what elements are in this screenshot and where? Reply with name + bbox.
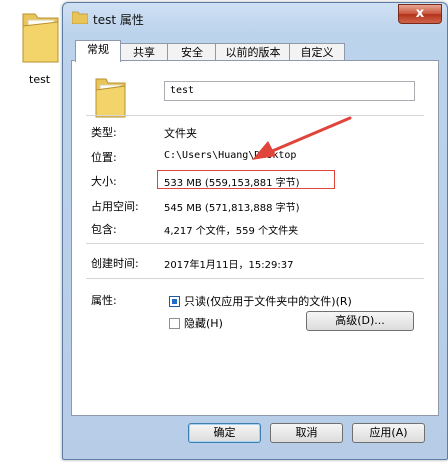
desktop-folder-label[interactable]: test	[29, 73, 50, 86]
tab-customize[interactable]: 自定义	[289, 43, 345, 61]
close-button[interactable]: x	[398, 4, 442, 24]
readonly-label[interactable]: 只读(仅应用于文件夹中的文件)(R)	[184, 293, 352, 309]
window-title: test 属性	[93, 13, 144, 27]
title-bar[interactable]: test 属性 x	[63, 3, 447, 31]
location-label: 位置:	[91, 151, 117, 164]
properties-dialog: test 属性 x 常规 共享 安全 以前的版本 自定义 test 类型: 文件…	[62, 2, 448, 460]
attributes-label: 属性:	[91, 294, 117, 307]
disk-size-label: 占用空间:	[91, 200, 139, 213]
divider	[86, 115, 424, 116]
readonly-checkbox[interactable]	[169, 296, 180, 307]
tab-security[interactable]: 安全	[167, 43, 217, 61]
size-highlight-box	[157, 170, 335, 189]
size-label: 大小:	[91, 175, 117, 188]
divider	[86, 243, 424, 244]
folder-icon	[72, 11, 88, 24]
created-value: 2017年1月11日，15:29:37	[164, 260, 294, 271]
advanced-button[interactable]: 高级(D)...	[306, 311, 414, 331]
type-value: 文件夹	[164, 127, 197, 140]
folder-name-input[interactable]: test	[164, 81, 415, 101]
contains-value: 4,217 个文件，559 个文件夹	[164, 226, 299, 237]
tab-general[interactable]: 常规	[75, 40, 121, 62]
tab-sharing[interactable]: 共享	[119, 43, 169, 61]
hidden-checkbox[interactable]	[169, 318, 180, 329]
apply-button[interactable]: 应用(A)	[352, 423, 425, 443]
folder-icon[interactable]	[20, 8, 62, 64]
divider	[86, 278, 424, 279]
general-panel: test 类型: 文件夹 位置: C:\Users\Huang\Desktop …	[71, 60, 439, 416]
location-value: C:\Users\Huang\Desktop	[164, 150, 297, 161]
cancel-button[interactable]: 取消	[270, 423, 343, 443]
contains-label: 包含:	[91, 223, 117, 236]
disk-size-value: 545 MB (571,813,888 字节)	[164, 203, 300, 214]
hidden-label[interactable]: 隐藏(H)	[184, 315, 223, 331]
ok-button[interactable]: 确定	[188, 423, 261, 443]
tab-previous-versions[interactable]: 以前的版本	[215, 43, 291, 61]
close-icon: x	[415, 6, 425, 21]
type-label: 类型:	[91, 126, 117, 139]
created-label: 创建时间:	[91, 257, 139, 270]
folder-icon	[95, 78, 126, 118]
